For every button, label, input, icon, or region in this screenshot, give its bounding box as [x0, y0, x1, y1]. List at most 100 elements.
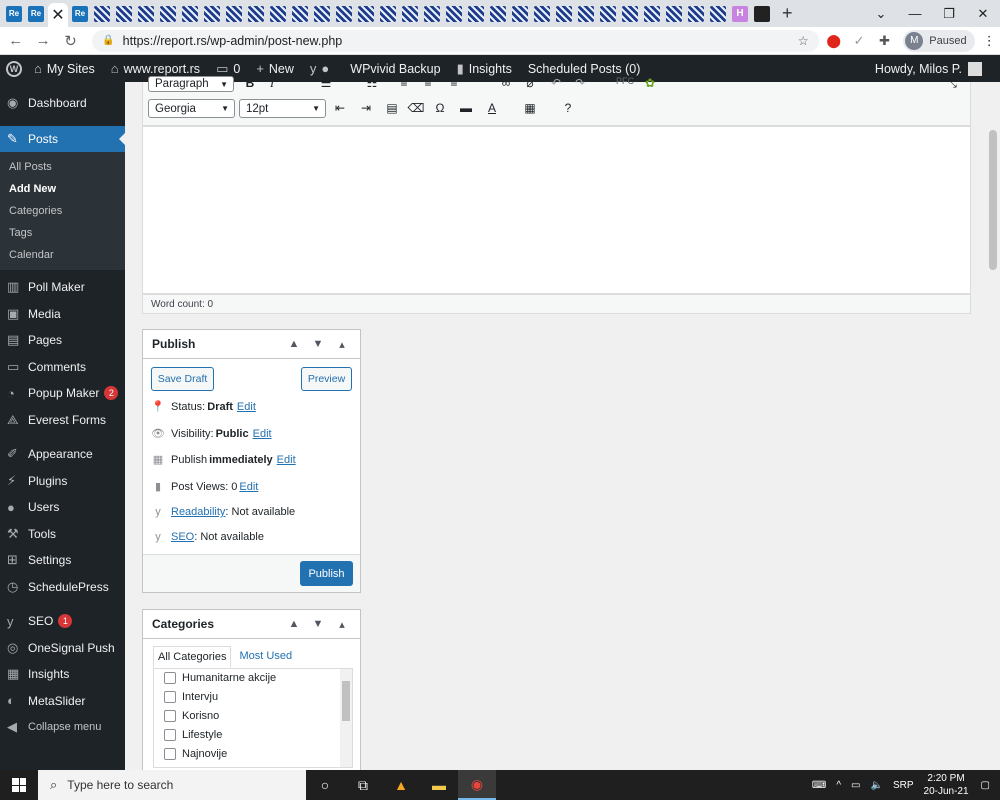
sidebar-item-pages[interactable]: ▤ Pages	[0, 327, 125, 354]
tab-most-used[interactable]: Most Used	[235, 646, 296, 668]
category-item[interactable]: Najnovije	[154, 744, 352, 763]
redo-icon[interactable]: ↷	[571, 76, 589, 90]
browser-tab[interactable]	[554, 5, 574, 23]
sidebar-item-insights[interactable]: ▦ Insights	[0, 661, 125, 688]
network-icon[interactable]: ▭	[851, 780, 860, 791]
text-color-icon[interactable]: A	[483, 101, 501, 115]
browser-tab[interactable]	[312, 5, 332, 23]
browser-menu-icon[interactable]: ⋮	[979, 33, 1000, 49]
volume-icon[interactable]: 🔈	[871, 780, 883, 791]
save-draft-button[interactable]: Save Draft	[151, 367, 214, 391]
browser-tab[interactable]	[620, 5, 640, 23]
restore-icon[interactable]: ❐	[932, 6, 966, 22]
new-content-menu[interactable]: + New	[256, 61, 294, 76]
account-menu[interactable]: Howdy, Milos P.	[875, 61, 982, 76]
browser-tab[interactable]	[290, 5, 310, 23]
sidebar-item-media[interactable]: ▣ Media	[0, 301, 125, 328]
yoast-menu[interactable]: y ●	[310, 61, 334, 76]
submenu-all-posts[interactable]: All Posts	[0, 156, 125, 178]
browser-tab[interactable]	[466, 5, 486, 23]
tab-search-icon[interactable]: ⌄	[864, 6, 898, 22]
scheduled-posts-menu[interactable]: Scheduled Posts (0)	[528, 62, 641, 76]
sidebar-item-plugins[interactable]: ⚡ Plugins	[0, 468, 125, 495]
browser-tab[interactable]	[576, 5, 596, 23]
new-tab-icon[interactable]: +	[782, 3, 793, 24]
browser-tab[interactable]	[158, 5, 178, 23]
special-character-icon[interactable]: Ω	[431, 101, 449, 115]
browser-tab[interactable]	[92, 5, 112, 23]
browser-tab[interactable]	[532, 5, 552, 23]
browser-tab[interactable]	[224, 5, 244, 23]
edit-status-link[interactable]: Edit	[237, 401, 256, 413]
plugin-frog-icon[interactable]: ✿	[641, 76, 659, 90]
clear-formatting-icon[interactable]: ⌫	[407, 101, 425, 115]
readability-link[interactable]: Readability	[171, 506, 225, 518]
close-window-icon[interactable]: ✕	[966, 6, 1000, 22]
move-down-icon[interactable]: ▼	[306, 338, 330, 351]
publish-button[interactable]: Publish	[300, 561, 353, 586]
browser-tab[interactable]	[422, 5, 442, 23]
my-sites-menu[interactable]: ⌂ My Sites	[34, 61, 95, 76]
start-button[interactable]	[0, 770, 38, 800]
forward-icon[interactable]: →	[31, 32, 54, 49]
horizontal-line-icon[interactable]: ▬	[457, 101, 475, 115]
category-item[interactable]: Humanitarne akcije	[154, 669, 352, 688]
avast-icon[interactable]: ▲	[382, 770, 420, 800]
submenu-categories[interactable]: Categories	[0, 200, 125, 222]
browser-tab[interactable]: H	[730, 5, 750, 23]
indent-icon[interactable]: ⇥	[357, 101, 375, 115]
category-item[interactable]: Intervju	[154, 688, 352, 707]
font-size-select[interactable]: 12pt ▼	[239, 99, 326, 118]
checkbox[interactable]	[164, 672, 176, 685]
reload-icon[interactable]: ↻	[59, 32, 82, 50]
browser-tab[interactable]: Re	[26, 5, 46, 23]
move-down-icon[interactable]: ▼	[306, 618, 330, 631]
unlink-icon[interactable]: ⌀	[521, 76, 539, 90]
browser-tab[interactable]	[136, 5, 156, 23]
tray-chevron-icon[interactable]: ^	[836, 780, 841, 791]
browser-tab[interactable]	[510, 5, 530, 23]
toggle-panel-icon[interactable]: ▴	[330, 618, 354, 631]
sidebar-item-comments[interactable]: ▭ Comments	[0, 354, 125, 381]
sidebar-item-onesignal[interactable]: ◎ OneSignal Push	[0, 635, 125, 662]
pfc-icon[interactable]: PFC	[613, 76, 637, 86]
format-select[interactable]: Paragraph ▼	[148, 76, 234, 92]
browser-tab[interactable]	[378, 5, 398, 23]
edit-views-link[interactable]: Edit	[239, 481, 258, 493]
browser-tab[interactable]	[268, 5, 288, 23]
align-left-icon[interactable]: ≡	[395, 76, 413, 90]
fullscreen-icon[interactable]: ⤡	[943, 76, 961, 91]
browser-tab[interactable]	[752, 5, 772, 23]
table-icon[interactable]: ▦	[521, 101, 539, 115]
scrollbar-thumb[interactable]	[989, 130, 997, 270]
checkbox[interactable]	[164, 728, 176, 741]
browser-tab[interactable]	[334, 5, 354, 23]
clock[interactable]: 2:20 PM 20-Jun-21	[924, 772, 969, 798]
seo-link[interactable]: SEO	[171, 531, 194, 543]
checkbox[interactable]	[164, 691, 176, 704]
browser-tab[interactable]: Re	[70, 5, 90, 23]
chrome-icon[interactable]: ◉	[458, 770, 496, 800]
comments-menu[interactable]: ▭ 0	[216, 61, 240, 77]
browser-tab[interactable]: Re	[4, 5, 24, 23]
wp-logo-menu[interactable]: W	[0, 55, 28, 82]
category-item[interactable]: Lifestyle	[154, 725, 352, 744]
browser-tab[interactable]	[180, 5, 200, 23]
editor-content-area[interactable]	[142, 126, 971, 294]
browser-tab[interactable]	[642, 5, 662, 23]
font-family-select[interactable]: Georgia ▼	[148, 99, 235, 118]
sidebar-item-appearance[interactable]: ✐ Appearance	[0, 441, 125, 468]
move-up-icon[interactable]: ▲	[282, 618, 306, 631]
sidebar-item-settings[interactable]: ⊞ Settings	[0, 547, 125, 574]
align-right-icon[interactable]: ≡	[445, 76, 463, 90]
checkbox[interactable]	[164, 709, 176, 722]
submenu-add-new[interactable]: Add New	[0, 178, 125, 200]
browser-tab[interactable]	[202, 5, 222, 23]
outdent-icon[interactable]: ⇤	[331, 101, 349, 115]
active-tab-close-icon[interactable]: ✕	[48, 3, 68, 27]
sidebar-item-users[interactable]: ● Users	[0, 494, 125, 521]
category-scrollbar[interactable]	[340, 669, 352, 767]
undo-icon[interactable]: ↶	[547, 76, 565, 90]
preview-button[interactable]: Preview	[301, 367, 352, 391]
browser-tab[interactable]	[444, 5, 464, 23]
